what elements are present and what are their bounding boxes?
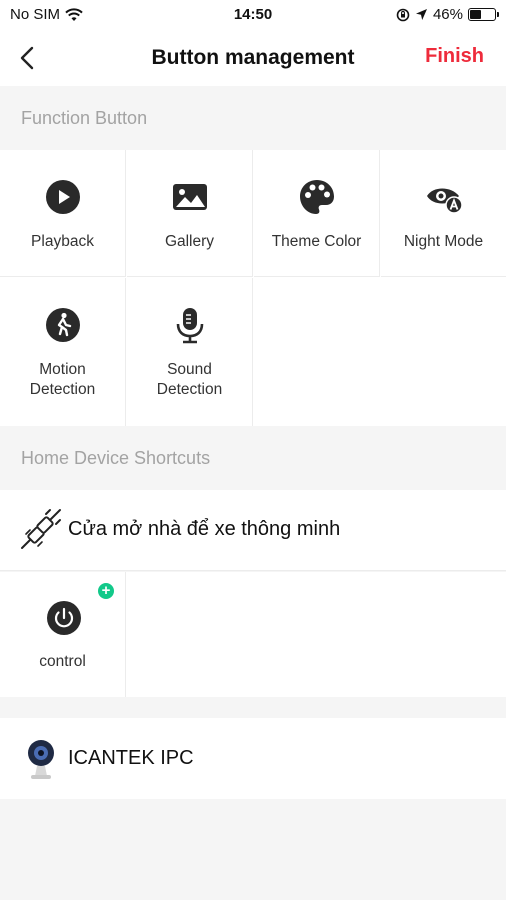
control-label: control (39, 653, 86, 670)
device-row-garage-door[interactable]: Cửa mở nhà để xe thông minh (0, 490, 506, 571)
battery-icon (468, 8, 499, 21)
status-bar: No SIM 14:50 46% (0, 0, 506, 30)
device-name: Cửa mở nhà để xe thông minh (68, 518, 341, 540)
image-icon (173, 184, 207, 210)
status-right: 46% (396, 6, 499, 23)
function-button-night-mode[interactable]: Night Mode (381, 150, 506, 277)
function-button-label: Night Mode (403, 233, 484, 250)
function-button-label: Gallery (164, 233, 215, 250)
add-badge-icon[interactable]: + (98, 583, 114, 599)
microphone-icon (176, 308, 204, 344)
camera-icon (28, 740, 54, 779)
function-button-theme-color[interactable]: Theme Color (254, 150, 380, 277)
battery-percent: 46% (432, 6, 463, 23)
function-button-label: Playback (31, 233, 94, 250)
function-button-label: Sound Detection (156, 361, 223, 398)
function-button-label: Theme Color (271, 233, 362, 250)
device-control-button[interactable]: + control (0, 572, 126, 697)
function-button-motion-detection[interactable]: Motion Detection (0, 278, 126, 426)
play-icon (46, 180, 80, 214)
location-arrow-icon (415, 9, 427, 20)
finish-button[interactable]: Finish (425, 45, 484, 68)
back-button[interactable] (14, 44, 42, 72)
device-name: ICANTEK IPC (68, 747, 194, 769)
function-button-label: Motion Detection (29, 361, 96, 398)
device-controls-grid: + control (0, 572, 506, 697)
function-button-grid: Playback Gallery Theme Color Night Mode (0, 150, 506, 426)
plug-icon (21, 509, 61, 549)
function-button-gallery[interactable]: Gallery (127, 150, 253, 277)
chevron-left-icon (20, 46, 34, 70)
night-mode-icon (427, 188, 463, 214)
battery-level-fill (470, 10, 481, 19)
motion-icon (46, 308, 80, 342)
section-header-function: Function Button (0, 86, 506, 150)
function-button-playback[interactable]: Playback (0, 150, 126, 277)
palette-icon (300, 180, 334, 214)
orientation-lock-icon (396, 8, 410, 21)
nav-bar: Button management Finish (0, 30, 506, 86)
function-button-sound-detection[interactable]: Sound Detection (127, 278, 253, 426)
section-header-shortcuts: Home Device Shortcuts (0, 426, 506, 490)
power-icon (47, 601, 81, 635)
device-row-icantek-ipc[interactable]: ICANTEK IPC (0, 718, 506, 799)
